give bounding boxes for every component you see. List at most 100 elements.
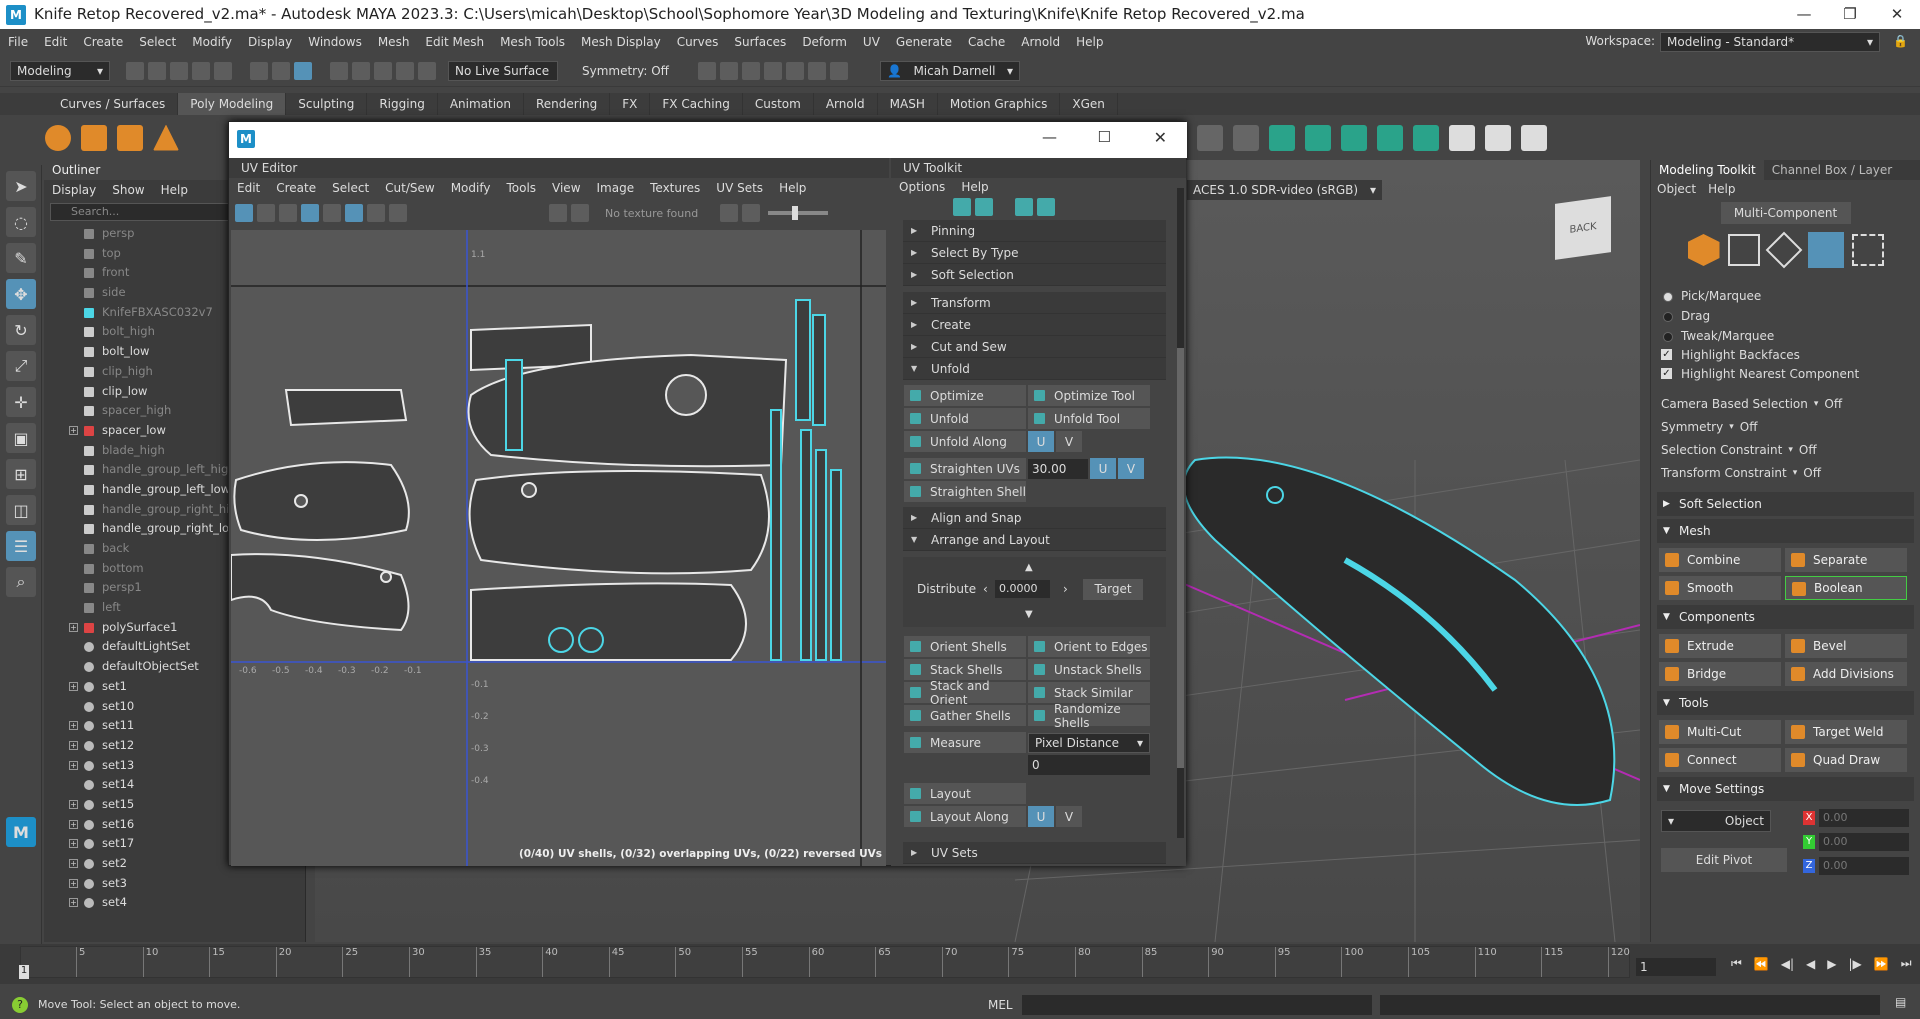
mt-menu-object[interactable]: Object xyxy=(1651,182,1702,196)
straighten-v[interactable]: V xyxy=(1118,458,1144,479)
uvtk-menu-help[interactable]: Help xyxy=(953,180,996,194)
chevron-down-icon[interactable]: ▾ xyxy=(1793,468,1798,478)
shelf-tab-motion-graphics[interactable]: Motion Graphics xyxy=(938,93,1061,115)
uv-menu-textures[interactable]: Textures xyxy=(642,178,708,198)
add-divisions-button[interactable]: Add Divisions xyxy=(1785,662,1907,686)
pin-icon[interactable] xyxy=(953,198,971,216)
arnold-render-icon[interactable] xyxy=(808,61,826,80)
shelf-tab-arnold[interactable]: Arnold xyxy=(814,93,878,115)
menu-cache[interactable]: Cache xyxy=(960,29,1013,55)
tab-channel-box-layer[interactable]: Channel Box / Layer xyxy=(1764,160,1901,180)
section-tools[interactable]: Tools xyxy=(1657,691,1914,715)
select-component-icon[interactable] xyxy=(294,61,312,80)
uv-menu-view[interactable]: View xyxy=(544,178,588,198)
menu-uv[interactable]: UV xyxy=(855,29,888,55)
option-value[interactable]: Off xyxy=(1824,397,1842,411)
unfold-along-button[interactable]: Unfold Along xyxy=(904,431,1026,452)
orient-to-edges-button[interactable]: Orient to Edges xyxy=(1028,636,1150,657)
uv-menu-uv-sets[interactable]: UV Sets xyxy=(708,178,771,198)
extrude-shelf-icon[interactable] xyxy=(1269,124,1295,151)
optimize-tool-button[interactable]: Optimize Tool xyxy=(1028,385,1150,406)
measure-button[interactable]: Measure xyxy=(904,732,1026,753)
layout-button[interactable]: Layout xyxy=(904,783,1026,804)
expand-icon[interactable]: + xyxy=(69,425,78,435)
paint-select-icon[interactable]: ✎ xyxy=(6,243,36,273)
tab-modeling-toolkit[interactable]: Modeling Toolkit xyxy=(1651,160,1764,180)
layout-along-v[interactable]: V xyxy=(1056,806,1082,827)
menu-file[interactable]: File xyxy=(0,29,36,55)
bridge-shelf-icon[interactable] xyxy=(1305,124,1331,151)
separate-button[interactable]: Separate xyxy=(1785,548,1907,572)
minimize-icon[interactable]: — xyxy=(1781,2,1827,26)
layout-along-u[interactable]: U xyxy=(1028,806,1054,827)
expand-icon[interactable]: + xyxy=(69,839,78,849)
uv-menu-edit[interactable]: Edit xyxy=(229,178,268,198)
maximize-icon[interactable]: ☐ xyxy=(1098,128,1111,146)
lasso-tool-icon[interactable]: ◌ xyxy=(6,207,36,237)
exposure-icon[interactable] xyxy=(720,204,739,222)
mt-menu-help[interactable]: Help xyxy=(1702,182,1741,196)
uv-shell-icon[interactable] xyxy=(257,204,275,222)
multi-component-button[interactable]: Multi-Component xyxy=(1720,202,1851,224)
script-editor-icon[interactable]: ▤ xyxy=(1895,995,1906,1009)
stack-and-orient-button[interactable]: Stack and Orient xyxy=(904,679,1026,707)
append-shelf-icon[interactable] xyxy=(1341,124,1367,151)
close-icon[interactable]: ✕ xyxy=(1154,128,1167,147)
uv-menu-help[interactable]: Help xyxy=(771,178,814,198)
gamma-icon[interactable] xyxy=(742,204,761,222)
uv-image-icon[interactable] xyxy=(279,204,297,222)
uv-menu-cut-sew[interactable]: Cut/Sew xyxy=(377,178,443,198)
shelf-tab-mash[interactable]: MASH xyxy=(878,93,938,115)
uv-distortion-icon[interactable] xyxy=(367,204,385,222)
live-surface-field[interactable]: No Live Surface xyxy=(448,60,558,81)
outliner-layout-icon[interactable]: ☰ xyxy=(6,531,36,561)
expand-icon[interactable]: + xyxy=(69,622,78,632)
section-move-settings[interactable]: Move Settings xyxy=(1657,777,1914,801)
expand-icon[interactable]: + xyxy=(69,721,78,731)
symmetry-select[interactable]: Symmetry: Off xyxy=(576,61,676,81)
play-forward-icon[interactable]: ▶ xyxy=(1827,957,1836,971)
bridge-button[interactable]: Bridge xyxy=(1659,662,1781,686)
save-file-icon[interactable] xyxy=(170,61,188,80)
move-space-select[interactable]: ▾ Object xyxy=(1661,810,1771,832)
option-label[interactable]: Symmetry xyxy=(1661,420,1723,434)
expand-icon[interactable]: + xyxy=(69,740,78,750)
ipr-render-icon[interactable] xyxy=(720,61,738,80)
outliner-menu-help[interactable]: Help xyxy=(153,180,196,200)
new-file-icon[interactable] xyxy=(126,61,144,80)
menu-select[interactable]: Select xyxy=(131,29,184,55)
uv-menu-modify[interactable]: Modify xyxy=(443,178,499,198)
menu-generate[interactable]: Generate xyxy=(888,29,960,55)
select-tool-icon[interactable]: ➤ xyxy=(6,171,36,201)
go-to-end-icon[interactable]: ⏭ xyxy=(1901,956,1912,971)
snap-grid-icon[interactable] xyxy=(330,61,348,80)
user-account[interactable]: 👤 Micah Darnell ▾ xyxy=(880,60,1020,81)
expand-icon[interactable]: + xyxy=(69,760,78,770)
target-weld-button[interactable]: Target Weld xyxy=(1785,720,1907,744)
section-pinning[interactable]: Pinning xyxy=(903,220,1166,242)
menu-edit[interactable]: Edit xyxy=(36,29,75,55)
shelf-tab-xgen[interactable]: XGen xyxy=(1060,93,1118,115)
close-icon[interactable]: ✕ xyxy=(1874,2,1920,26)
chevron-right-icon[interactable]: › xyxy=(1063,582,1068,596)
mirror-shelf-icon[interactable] xyxy=(1413,124,1439,151)
section-mesh[interactable]: Mesh xyxy=(1657,519,1914,543)
menu-mesh[interactable]: Mesh xyxy=(370,29,418,55)
option-label[interactable]: Selection Constraint xyxy=(1661,443,1782,457)
color-space-select[interactable]: ACES 1.0 SDR-video (sRGB) ▾ xyxy=(1187,180,1382,200)
open-file-icon[interactable] xyxy=(148,61,166,80)
randomize-shells-button[interactable]: Randomize Shells xyxy=(1028,702,1150,730)
uv-mode-icon[interactable] xyxy=(1851,234,1884,266)
help-icon[interactable]: ? xyxy=(12,997,28,1013)
render-view-icon[interactable] xyxy=(786,61,804,80)
current-frame-marker[interactable]: 1 xyxy=(19,965,29,979)
orient-shells-button[interactable]: Orient Shells xyxy=(904,636,1026,657)
menu-modify[interactable]: Modify xyxy=(184,29,240,55)
menu-deform[interactable]: Deform xyxy=(794,29,855,55)
minimize-icon[interactable]: — xyxy=(1042,128,1057,146)
menu-display[interactable]: Display xyxy=(240,29,300,55)
command-input[interactable] xyxy=(1022,995,1372,1015)
connect-button[interactable]: Connect xyxy=(1659,748,1781,772)
snap-point-icon[interactable] xyxy=(374,61,392,80)
shelf-tab-custom[interactable]: Custom xyxy=(743,93,814,115)
